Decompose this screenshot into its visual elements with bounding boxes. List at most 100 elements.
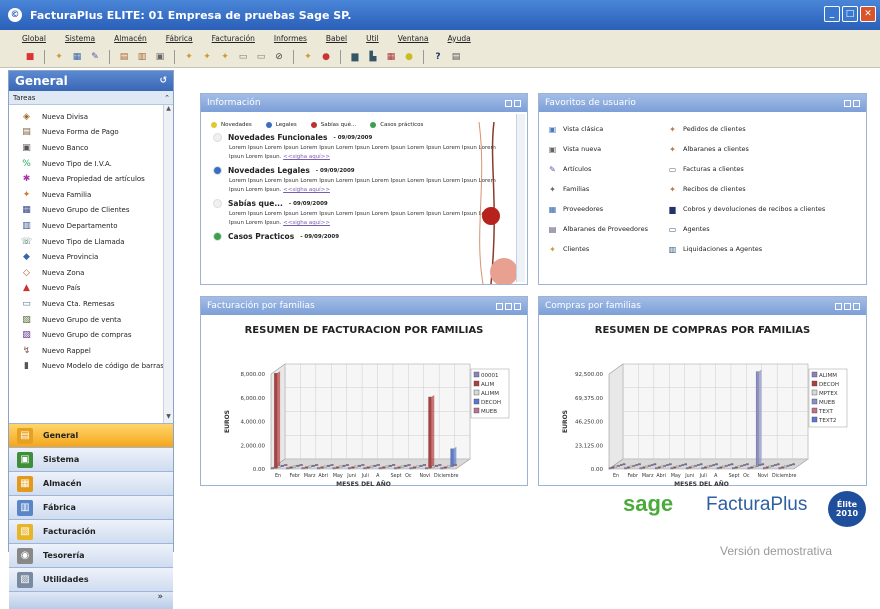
favorite-item[interactable]: ✦ Albaranes a clientes (667, 144, 880, 154)
calculator-icon[interactable]: ▤ (450, 51, 462, 63)
favorite-item[interactable]: ▥ Liquidaciones a Agentes (667, 244, 880, 254)
chevron-double-down-icon[interactable]: » (157, 592, 163, 602)
colors-icon[interactable]: ■ (24, 51, 36, 63)
order-icon[interactable]: ▤ (118, 51, 130, 63)
favorite-item[interactable]: ▆ Cobros y devoluciones de recibos a clie… (667, 204, 880, 214)
close-icon[interactable] (853, 302, 860, 310)
chevron-up-icon[interactable]: ⌃ (164, 94, 170, 102)
info-scrollbar[interactable] (516, 114, 525, 282)
copy-icon[interactable]: ▭ (255, 51, 267, 63)
task-item[interactable]: ▨ Nuevo Grupo de compras (9, 327, 173, 343)
nav-fábrica[interactable]: ▥ Fábrica (9, 495, 173, 519)
favorite-item[interactable]: ✦ Familias (547, 184, 667, 194)
receipt-icon[interactable]: ✦ (302, 51, 314, 63)
bar (763, 467, 766, 470)
task-item[interactable]: ↯ Nuevo Rappel (9, 343, 173, 359)
alert-icon[interactable]: ● (320, 51, 332, 63)
task-item[interactable]: ▤ Nueva Forma de Pago (9, 125, 173, 141)
legend-item[interactable]: Sabías qué... (310, 122, 356, 128)
task-item[interactable]: ✱ Nueva Propiedad de artículos (9, 171, 173, 187)
favorite-item[interactable]: ✦ Recibos de clientes (667, 184, 880, 194)
purchases-icon[interactable]: ✦ (201, 51, 213, 63)
pencil-icon[interactable]: ✎ (89, 51, 101, 63)
task-item[interactable]: ◈ Nueva Divisa (9, 109, 173, 125)
nav-sistema[interactable]: ▣ Sistema (9, 447, 173, 471)
lightbulb-icon[interactable]: ● (403, 51, 415, 63)
nav-almacén[interactable]: ▦ Almacén (9, 471, 173, 495)
task-item[interactable]: ▣ Nuevo Banco (9, 140, 173, 156)
collapse-icon[interactable]: ↺ (159, 76, 167, 86)
maximize-icon[interactable]: □ (842, 6, 858, 22)
menu-4[interactable]: Facturación (212, 34, 255, 43)
minimize-icon[interactable] (835, 302, 842, 310)
delivery-icon[interactable]: ▥ (136, 51, 148, 63)
refresh-icon[interactable] (844, 99, 851, 107)
legend-item[interactable]: Casos prácticos (370, 122, 423, 128)
grid-icon[interactable]: ▦ (71, 51, 83, 63)
task-item[interactable]: % Nuevo Tipo de I.V.A. (9, 156, 173, 172)
favorite-item[interactable]: ▦ Proveedores (547, 204, 667, 214)
news-link[interactable]: <<sigha aquí>> (283, 154, 330, 160)
favorite-item[interactable]: ▣ Vista clásica (547, 124, 667, 134)
news-link[interactable]: <<sigha aquí>> (283, 220, 330, 226)
task-item[interactable]: ◆ Nueva Provincia (9, 249, 173, 265)
menu-6[interactable]: Babel (326, 34, 347, 43)
sales-icon[interactable]: ✦ (183, 51, 195, 63)
refresh-icon[interactable] (844, 302, 851, 310)
menu-0[interactable]: Global (22, 34, 46, 43)
task-item[interactable]: ▥ Nuevo Departamento (9, 218, 173, 234)
task-item[interactable]: ☏ Nuevo Tipo de Llamada (9, 234, 173, 250)
task-item[interactable]: ▲ Nuevo País (9, 281, 173, 297)
favorite-item[interactable]: ▤ Albaranes de Proveedores (547, 224, 667, 234)
favorite-item[interactable]: ✦ Pedidos de clientes (667, 124, 880, 134)
menu-2[interactable]: Almacén (114, 34, 147, 43)
news-link[interactable]: <<sigha aquí>> (283, 187, 330, 193)
nav-facturación[interactable]: ▧ Facturación (9, 519, 173, 543)
no-icon[interactable]: ⊘ (273, 51, 285, 63)
invoice-icon[interactable]: ▣ (154, 51, 166, 63)
task-item[interactable]: ▮ Nuevo Modelo de código de barras (9, 359, 173, 375)
minimize-icon[interactable]: _ (824, 6, 840, 22)
close-icon[interactable]: ✕ (860, 6, 876, 22)
close-icon[interactable] (514, 302, 521, 310)
task-item[interactable]: ▭ Nueva Cta. Remesas (9, 296, 173, 312)
nav-utilidades[interactable]: ▨ Utilidades (9, 567, 173, 591)
tasks-scrollbar[interactable]: ▲ ▼ (163, 105, 173, 423)
refresh-icon[interactable] (505, 302, 512, 310)
returns-icon[interactable]: ✦ (219, 51, 231, 63)
nav-tesorería[interactable]: ◉ Tesorería (9, 543, 173, 567)
favorite-item[interactable]: ✎ Artículos (547, 164, 667, 174)
bar (412, 466, 417, 469)
favorite-item[interactable]: ▭ Facturas a clientes (667, 164, 880, 174)
task-label: Nueva Propiedad de artículos (42, 175, 145, 184)
task-item[interactable]: ✦ Nueva Familia (9, 187, 173, 203)
scroll-down-icon[interactable]: ▼ (164, 413, 173, 423)
menu-3[interactable]: Fábrica (166, 34, 193, 43)
close-icon[interactable] (514, 99, 521, 107)
favorite-item[interactable]: ✦ Clientes (547, 244, 667, 254)
minimize-icon[interactable] (496, 302, 503, 310)
close-icon[interactable] (853, 99, 860, 107)
menu-8[interactable]: Ventana (398, 34, 429, 43)
refresh-icon[interactable] (505, 99, 512, 107)
chart-icon[interactable]: ▙ (367, 51, 379, 63)
scroll-up-icon[interactable]: ▲ (164, 105, 173, 115)
help-icon[interactable]: ? (432, 51, 444, 63)
legend-item[interactable]: Novedades (211, 122, 252, 128)
menu-5[interactable]: Informes (274, 34, 307, 43)
legend-item[interactable]: Legales (265, 122, 297, 128)
document-icon[interactable]: ▭ (237, 51, 249, 63)
favorite-item[interactable]: ▭ Agentes (667, 224, 880, 234)
menu-9[interactable]: Ayuda (448, 34, 471, 43)
task-item[interactable]: ▦ Nuevo Grupo de Clientes (9, 203, 173, 219)
nav-overflow[interactable]: » (9, 591, 173, 609)
favorite-item[interactable]: ▣ Vista nueva (547, 144, 667, 154)
menu-7[interactable]: Util (366, 34, 379, 43)
nav-general[interactable]: ▤ General (9, 423, 173, 447)
task-item[interactable]: ▧ Nuevo Grupo de venta (9, 312, 173, 328)
table-icon[interactable]: ▦ (385, 51, 397, 63)
menu-1[interactable]: Sistema (65, 34, 95, 43)
clients-icon[interactable]: ✦ (53, 51, 65, 63)
task-item[interactable]: ◇ Nueva Zona (9, 265, 173, 281)
report-icon[interactable]: ▆ (349, 51, 361, 63)
